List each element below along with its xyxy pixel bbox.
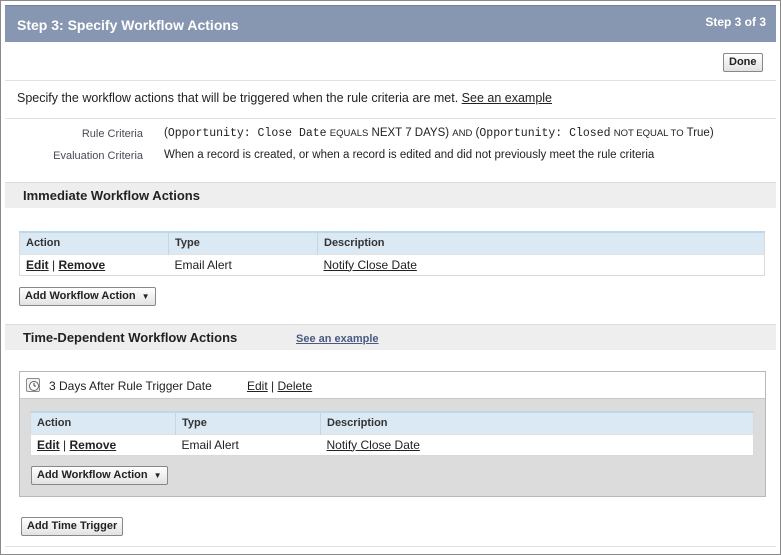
time-trigger-links: Edit | Delete bbox=[247, 379, 312, 393]
type-cell: Email Alert bbox=[175, 433, 321, 455]
divider bbox=[5, 118, 776, 119]
column-header-description: Description bbox=[320, 411, 754, 434]
see-example-link[interactable]: See an example bbox=[462, 91, 552, 105]
rule-criteria-label: Rule Criteria bbox=[81, 128, 143, 140]
edit-link[interactable]: Edit bbox=[26, 258, 49, 272]
intro-description: Specify the workflow actions that will b… bbox=[17, 91, 459, 105]
description-link[interactable]: Notify Close Date bbox=[327, 438, 420, 452]
time-trigger-actions-table: Action Type Description Edit | Remove Em… bbox=[30, 411, 754, 456]
table-row: Edit | Remove Email Alert Notify Close D… bbox=[19, 253, 765, 275]
time-trigger-title: 3 Days After Rule Trigger Date bbox=[49, 379, 212, 393]
criteria-value: NEXT 7 DAYS) bbox=[371, 127, 450, 139]
table-header-row: Action Type Description bbox=[30, 411, 754, 434]
action-cell: Edit | Remove bbox=[19, 253, 169, 275]
criteria-operator: NOT EQUAL TO bbox=[613, 128, 684, 139]
dropdown-arrow-icon: ▼ bbox=[153, 471, 162, 480]
edit-link[interactable]: Edit bbox=[37, 438, 60, 452]
column-header-action: Action bbox=[30, 411, 176, 434]
column-header-description: Description bbox=[317, 231, 765, 254]
edit-trigger-link[interactable]: Edit bbox=[247, 379, 268, 393]
criteria-value: True) bbox=[686, 127, 714, 139]
column-header-type: Type bbox=[168, 231, 318, 254]
page-title: Step 3: Specify Workflow Actions bbox=[17, 17, 239, 33]
criteria-conjunction: AND bbox=[452, 128, 473, 139]
section-title: Time-Dependent Workflow Actions bbox=[23, 330, 238, 345]
separator: | bbox=[52, 257, 56, 272]
see-example-link[interactable]: See an example bbox=[296, 333, 379, 345]
step-indicator: Step 3 of 3 bbox=[705, 15, 766, 29]
time-dependent-section-header: Time-Dependent Workflow Actions See an e… bbox=[5, 324, 776, 350]
clock-icon bbox=[26, 378, 40, 392]
criteria-field: Opportunity: Closed bbox=[479, 127, 611, 140]
remove-link[interactable]: Remove bbox=[69, 438, 116, 452]
section-title: Immediate Workflow Actions bbox=[23, 188, 200, 203]
description-cell: Notify Close Date bbox=[317, 253, 765, 275]
type-cell: Email Alert bbox=[168, 253, 318, 275]
button-label: Add Workflow Action bbox=[25, 290, 136, 302]
separator: | bbox=[63, 437, 67, 452]
delete-trigger-link[interactable]: Delete bbox=[278, 379, 313, 393]
button-label: Add Workflow Action bbox=[37, 469, 148, 481]
action-cell: Edit | Remove bbox=[30, 433, 176, 455]
evaluation-criteria-label: Evaluation Criteria bbox=[53, 150, 143, 162]
evaluation-criteria-value: When a record is created, or when a reco… bbox=[164, 149, 655, 161]
dropdown-arrow-icon: ▼ bbox=[141, 292, 150, 301]
description-cell: Notify Close Date bbox=[320, 433, 754, 455]
table-header-row: Action Type Description bbox=[19, 231, 765, 254]
separator: | bbox=[271, 379, 275, 393]
immediate-actions-table: Action Type Description Edit | Remove Em… bbox=[19, 231, 765, 276]
time-trigger-panel: 3 Days After Rule Trigger Date Edit | De… bbox=[19, 371, 766, 497]
divider bbox=[5, 546, 776, 547]
column-header-action: Action bbox=[19, 231, 169, 254]
add-time-trigger-button[interactable]: Add Time Trigger bbox=[21, 517, 124, 536]
criteria-operator: EQUALS bbox=[329, 128, 369, 139]
description-link[interactable]: Notify Close Date bbox=[324, 258, 417, 272]
intro-text: Specify the workflow actions that will b… bbox=[17, 91, 552, 105]
done-button[interactable]: Done bbox=[723, 53, 763, 72]
immediate-actions-section-header: Immediate Workflow Actions bbox=[5, 182, 776, 208]
workflow-step-panel: Step 3: Specify Workflow Actions Step 3 … bbox=[0, 0, 781, 555]
rule-criteria-value: (Opportunity: Close Date EQUALS NEXT 7 D… bbox=[164, 127, 714, 140]
add-workflow-action-button[interactable]: Add Workflow Action ▼ bbox=[19, 287, 156, 306]
table-row: Edit | Remove Email Alert Notify Close D… bbox=[30, 433, 754, 455]
add-workflow-action-button[interactable]: Add Workflow Action ▼ bbox=[31, 466, 168, 485]
criteria-field: Opportunity: Close Date bbox=[167, 127, 327, 140]
remove-link[interactable]: Remove bbox=[58, 258, 105, 272]
time-trigger-header: 3 Days After Rule Trigger Date Edit | De… bbox=[20, 372, 765, 399]
step-header: Step 3: Specify Workflow Actions Step 3 … bbox=[5, 5, 776, 42]
divider bbox=[5, 80, 776, 81]
column-header-type: Type bbox=[175, 411, 321, 434]
